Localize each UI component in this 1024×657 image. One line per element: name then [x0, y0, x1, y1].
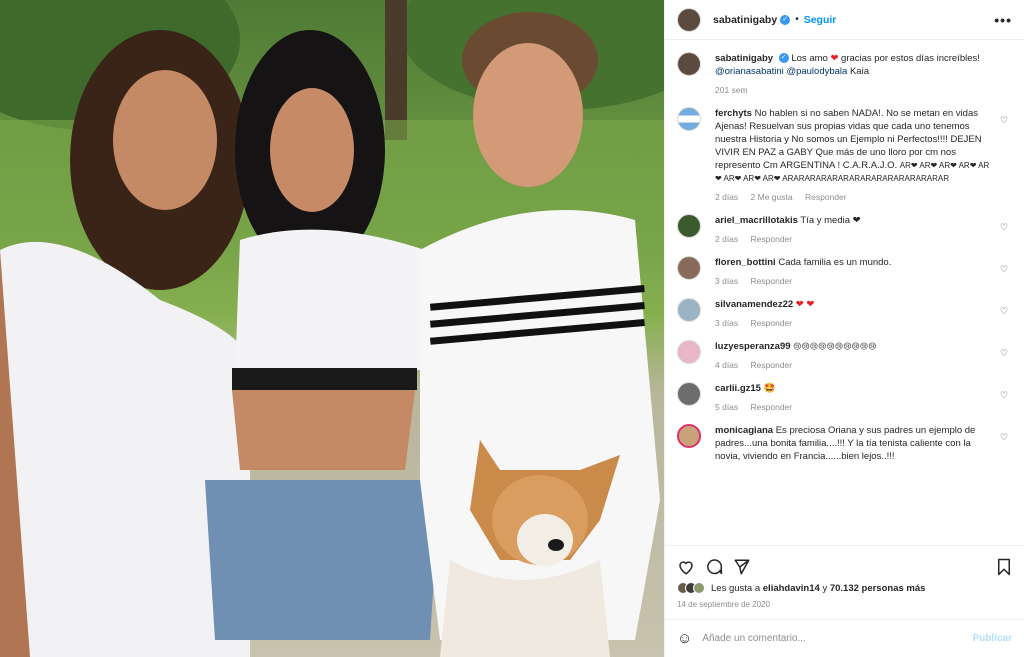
- comment-text: 🤩: [763, 383, 776, 394]
- comment-username[interactable]: monicagiana: [715, 425, 773, 436]
- comment-row: luzyesperanza99 😢😢😢😢😢😢😢😢😢😢 4 días Respon…: [677, 340, 1012, 372]
- reply-button[interactable]: Responder: [751, 276, 793, 286]
- like-comment-heart-icon[interactable]: ♡: [1000, 214, 1012, 246]
- likes-middle: y: [822, 582, 828, 594]
- post-header: sabatinigaby ✓ • Seguir •••: [665, 0, 1024, 40]
- comment-input[interactable]: Añade un comentario...: [702, 633, 972, 644]
- reply-button[interactable]: Responder: [751, 402, 793, 412]
- avatar[interactable]: [677, 298, 701, 322]
- bookmark-icon[interactable]: [996, 558, 1012, 576]
- mention-link[interactable]: @orianasabatini: [715, 66, 784, 77]
- caption-username[interactable]: sabatinigaby: [715, 53, 773, 64]
- caption: sabatinigaby ✓ Los amo ❤ gracias por est…: [677, 52, 1012, 97]
- avatar[interactable]: [677, 382, 701, 406]
- like-heart-icon[interactable]: [677, 558, 695, 576]
- comment-username[interactable]: floren_bottini: [715, 257, 776, 268]
- post-date[interactable]: 14 de septiembre de 2020: [677, 600, 1012, 609]
- comment-time[interactable]: 3 días: [715, 318, 738, 328]
- more-icon[interactable]: •••: [994, 12, 1012, 28]
- avatar[interactable]: [677, 107, 701, 131]
- post-sidebar: sabatinigaby ✓ • Seguir ••• sabatinigaby…: [664, 0, 1024, 657]
- comment-time[interactable]: 2 días: [715, 234, 738, 244]
- like-comment-heart-icon[interactable]: ♡: [1000, 382, 1012, 414]
- comment-row: ferchyts No hablen si no saben NADA!. No…: [677, 107, 1012, 204]
- comment-bubble-icon[interactable]: [705, 558, 723, 576]
- emoji-icon[interactable]: ☺: [677, 630, 692, 647]
- heart-emoji-icon: ❤: [830, 53, 839, 64]
- comment-text: ❤ ❤: [795, 299, 815, 310]
- avatar: [693, 582, 705, 594]
- caption-time[interactable]: 201 sem: [715, 85, 748, 95]
- avatar[interactable]: [677, 52, 701, 76]
- comment-time[interactable]: 2 días: [715, 192, 738, 202]
- avatar[interactable]: [677, 214, 701, 238]
- caption-text: gracias por estos días increíbles!: [841, 53, 980, 64]
- avatar[interactable]: [677, 7, 701, 32]
- add-comment-bar: ☺ Añade un comentario... Publicar: [665, 619, 1024, 657]
- comment-username[interactable]: luzyesperanza99: [715, 341, 791, 352]
- comment-row: ariel_macrillotakis Tía y media ❤ 2 días…: [677, 214, 1012, 246]
- verified-badge-icon: ✓: [780, 14, 791, 25]
- comment-likes[interactable]: 2 Me gusta: [751, 192, 793, 202]
- likes-user[interactable]: eliahdavin14: [763, 583, 820, 594]
- likes-summary[interactable]: Les gusta a eliahdavin14 y 70.132 person…: [677, 582, 1012, 594]
- comment-row: floren_bottini Cada familia es un mundo.…: [677, 256, 1012, 288]
- post-photo[interactable]: [0, 0, 664, 657]
- comment-text: 😢😢😢😢😢😢😢😢😢😢: [793, 342, 877, 351]
- comment-time[interactable]: 4 días: [715, 360, 738, 370]
- likes-prefix: Les gusta a: [711, 582, 761, 594]
- mention-link[interactable]: @paulodybala: [786, 66, 847, 77]
- comment-username[interactable]: ferchyts: [715, 108, 752, 119]
- reply-button[interactable]: Responder: [751, 318, 793, 328]
- comment-row: silvanamendez22 ❤ ❤ 3 días Responder ♡: [677, 298, 1012, 330]
- like-comment-heart-icon[interactable]: ♡: [1000, 298, 1012, 330]
- comment-username[interactable]: ariel_macrillotakis: [715, 215, 798, 226]
- caption-text: Los amo: [791, 53, 828, 64]
- avatar[interactable]: [677, 424, 701, 448]
- comment-row: monicagiana Es preciosa Oriana y sus pad…: [677, 424, 1012, 463]
- verified-badge-icon: ✓: [778, 53, 789, 64]
- avatar[interactable]: [677, 256, 701, 280]
- separator-dot: •: [795, 14, 799, 25]
- like-comment-heart-icon[interactable]: ♡: [1000, 424, 1012, 463]
- photo-illustration: [0, 0, 664, 657]
- post-actions: Les gusta a eliahdavin14 y 70.132 person…: [665, 545, 1024, 609]
- reply-button[interactable]: Responder: [751, 360, 793, 370]
- caption-text: Kaia: [849, 66, 869, 77]
- avatar[interactable]: [677, 340, 701, 364]
- reply-button[interactable]: Responder: [805, 192, 847, 202]
- instagram-post: sabatinigaby ✓ • Seguir ••• sabatinigaby…: [0, 0, 1024, 657]
- publish-button[interactable]: Publicar: [973, 633, 1012, 644]
- comment-time[interactable]: 5 días: [715, 402, 738, 412]
- likes-count[interactable]: 70.132 personas más: [830, 583, 926, 594]
- header-username[interactable]: sabatinigaby: [713, 14, 777, 26]
- comment-row: carlii.gz15 🤩 5 días Responder ♡: [677, 382, 1012, 414]
- comment-text: Cada familia es un mundo.: [778, 257, 892, 268]
- comment-time[interactable]: 3 días: [715, 276, 738, 286]
- like-comment-heart-icon[interactable]: ♡: [1000, 256, 1012, 288]
- comment-username[interactable]: carlii.gz15: [715, 383, 761, 394]
- comment-username[interactable]: silvanamendez22: [715, 299, 793, 310]
- comments-list[interactable]: sabatinigaby ✓ Los amo ❤ gracias por est…: [665, 40, 1024, 545]
- like-comment-heart-icon[interactable]: ♡: [1000, 107, 1012, 204]
- reply-button[interactable]: Responder: [751, 234, 793, 244]
- comment-text: Tía y media ❤: [800, 215, 861, 226]
- share-icon[interactable]: [733, 558, 751, 576]
- follow-button[interactable]: Seguir: [804, 14, 837, 26]
- like-comment-heart-icon[interactable]: ♡: [1000, 340, 1012, 372]
